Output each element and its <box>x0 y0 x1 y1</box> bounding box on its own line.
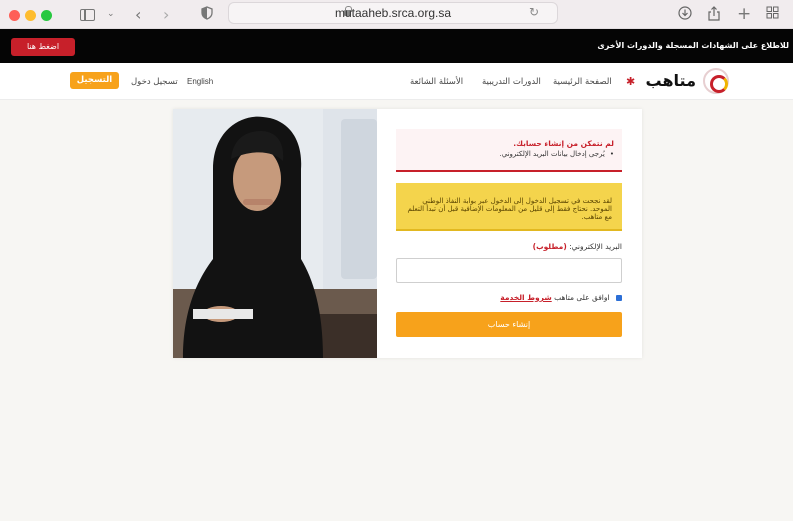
nav-faq[interactable]: الأسئلة الشائعة <box>410 77 463 87</box>
create-account-button[interactable]: إنشاء حساب <box>396 312 622 337</box>
woman-at-computer-photo <box>173 109 377 358</box>
srca-logo-icon[interactable] <box>703 68 729 94</box>
error-alert-item: يُرجى إدخال بيانات البريد الإلكتروني. <box>402 150 614 158</box>
email-input[interactable] <box>396 258 622 283</box>
register-button[interactable]: التسجيل <box>70 72 119 89</box>
browser-toolbar: ⌄ ‹ › mutaaheb.srca.org.sa ↻ + <box>0 0 793 29</box>
terms-prefix: اوافق على متاهب <box>554 293 610 302</box>
download-icon[interactable] <box>678 6 692 23</box>
minimize-window-button[interactable] <box>25 10 36 21</box>
site-header: متاهب ✱ الصفحة الرئيسية الدورات التدريبي… <box>0 63 793 100</box>
nav-home[interactable]: الصفحة الرئيسية <box>553 77 612 87</box>
chevron-down-icon[interactable]: ⌄ <box>107 6 115 23</box>
back-icon[interactable]: ‹ <box>135 6 141 23</box>
zoom-window-button[interactable] <box>41 10 52 21</box>
error-alert: لم نتمكن من إنشاء حسابك. يُرجى إدخال بيا… <box>396 129 622 172</box>
url-text: mutaaheb.srca.org.sa <box>334 6 452 20</box>
close-window-button[interactable] <box>9 10 20 21</box>
registration-card: لم نتمكن من إنشاء حسابك. يُرجى إدخال بيا… <box>173 109 642 358</box>
share-icon[interactable] <box>708 6 720 23</box>
required-marker: (مطلوب) <box>532 242 567 251</box>
new-tab-icon[interactable]: + <box>737 6 751 23</box>
nav-training-courses[interactable]: الدورات التدريبية <box>482 77 541 87</box>
shield-icon[interactable] <box>201 6 213 23</box>
nafath-info-alert: لقد نجحت في تسجيل الدخول إلى الدخول عبر … <box>396 183 622 231</box>
forward-icon[interactable]: › <box>163 6 169 23</box>
terms-checkbox[interactable] <box>616 295 622 301</box>
sidebar-icon[interactable] <box>80 9 95 21</box>
reload-icon[interactable]: ↻ <box>529 5 539 19</box>
terms-of-service-link[interactable]: شروط الخدمة <box>500 293 551 302</box>
language-switch-link[interactable]: English <box>187 77 213 86</box>
certificates-banner: اضغط هنا للاطلاع على الشهادات المسجلة وا… <box>0 29 793 63</box>
banner-click-here-button[interactable]: اضغط هنا <box>11 38 75 56</box>
error-alert-title: لم نتمكن من إنشاء حسابك. <box>513 139 614 148</box>
email-field-label: البريد الإلكتروني: (مطلوب) <box>396 242 622 251</box>
terms-row: اوافق على متاهب شروط الخدمة <box>396 293 622 302</box>
tab-overview-icon[interactable] <box>766 6 779 23</box>
login-link[interactable]: تسجيل دخول <box>131 77 178 87</box>
brand-star-icon: ✱ <box>626 75 636 88</box>
address-bar[interactable]: mutaaheb.srca.org.sa ↻ <box>228 2 558 24</box>
email-label-text: البريد الإلكتروني: <box>569 242 622 251</box>
banner-text: للاطلاع على الشهادات المسجلة والدورات ال… <box>597 41 789 50</box>
